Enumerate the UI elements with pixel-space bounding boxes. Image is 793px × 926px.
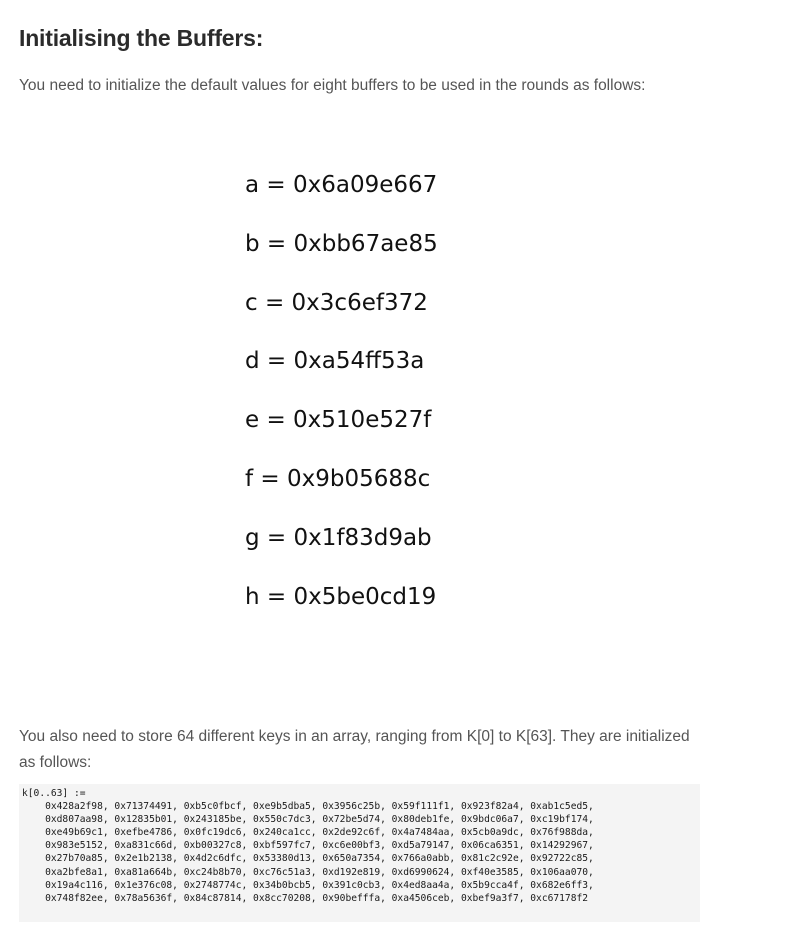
buffer-list: a = 0x6a09e667 b = 0xbb67ae85 c = 0x3c6e… (245, 170, 438, 640)
buffer-h: h = 0x5be0cd19 (245, 583, 437, 610)
code-line: 0xe49b69c1, 0xefbe4786, 0x0fc19dc6, 0x24… (22, 827, 594, 839)
intro-paragraph: You need to initialize the default value… (19, 76, 646, 94)
buffer-c: c = 0x3c6ef372 (245, 289, 428, 316)
buffer-a: a = 0x6a09e667 (245, 172, 438, 198)
buffer-e: e = 0x510e527f (245, 407, 432, 434)
code-line: 0x19a4c116, 0x1e376c08, 0x2748774c, 0x34… (22, 879, 594, 891)
buffer-f: f = 0x9b05688c (245, 465, 431, 492)
buffer-b: b = 0xbb67ae85 (245, 230, 438, 257)
code-line: 0x428a2f98, 0x71374491, 0xb5c0fbcf, 0xe9… (22, 801, 594, 813)
keys-paragraph: You also need to store 64 different keys… (19, 727, 690, 771)
code-line: k[0..63] := (22, 788, 86, 799)
code-line: 0x983e5152, 0xa831c66d, 0xb00327c8, 0xbf… (22, 840, 594, 852)
code-line: 0x748f82ee, 0x78a5636f, 0x84c87814, 0x8c… (22, 892, 589, 904)
code-line: 0xa2bfe8a1, 0xa81a664b, 0xc24b8b70, 0xc7… (22, 866, 594, 878)
keys-code-block: k[0..63] := 0x428a2f98, 0x71374491, 0xb5… (19, 784, 700, 922)
code-line: 0xd807aa98, 0x12835b01, 0x243185be, 0x55… (22, 814, 594, 826)
page-heading: Initialising the Buffers: (19, 25, 264, 52)
code-line: 0x27b70a85, 0x2e1b2138, 0x4d2c6dfc, 0x53… (22, 853, 594, 865)
buffer-g: g = 0x1f83d9ab (245, 524, 432, 551)
buffer-d: d = 0xa54ff53a (245, 348, 425, 375)
